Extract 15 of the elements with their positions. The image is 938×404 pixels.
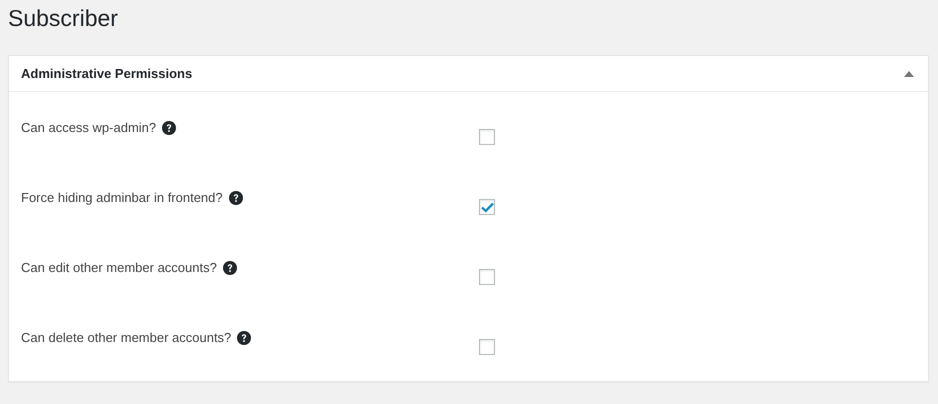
checkbox[interactable] (479, 129, 495, 145)
help-icon[interactable] (162, 121, 176, 135)
setting-label: Can access wp-admin? (21, 119, 156, 137)
help-icon[interactable] (228, 191, 243, 205)
checkbox[interactable] (479, 269, 495, 285)
setting-label: Can edit other member accounts? (21, 259, 217, 277)
help-icon[interactable] (222, 261, 237, 275)
checkbox[interactable] (479, 339, 495, 355)
panel-title: Administrative Permissions (21, 66, 192, 81)
page-title: Subscriber (8, 4, 119, 33)
help-icon[interactable] (237, 331, 252, 345)
collapse-toggle-icon[interactable] (904, 70, 914, 76)
setting-label: Force hiding adminbar in frontend? (21, 189, 223, 207)
checkbox[interactable] (479, 199, 495, 215)
setting-label: Can delete other member accounts? (21, 329, 232, 347)
